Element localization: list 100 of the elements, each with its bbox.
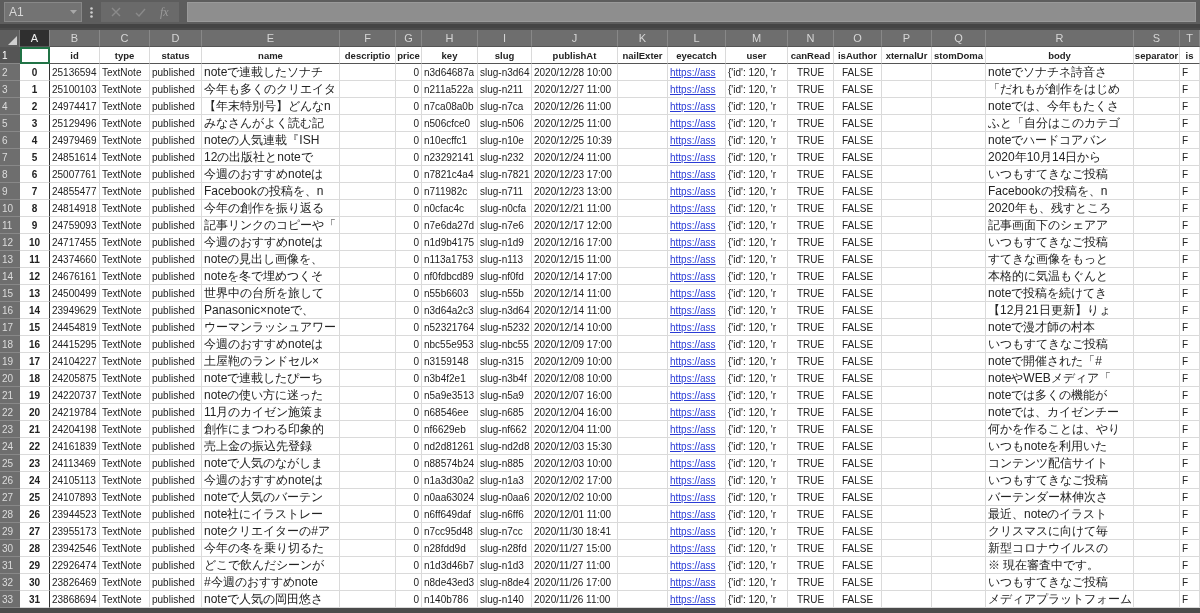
row-header[interactable]: 12 [0, 234, 20, 251]
empty-cell[interactable] [1134, 472, 1180, 489]
link[interactable]: https://ass [670, 168, 716, 180]
select-all-icon[interactable] [8, 36, 17, 45]
empty-cell[interactable] [882, 506, 932, 523]
empty-cell[interactable] [932, 591, 986, 608]
empty-cell[interactable] [882, 200, 932, 217]
empty-cell[interactable] [882, 472, 932, 489]
empty-cell[interactable] [882, 183, 932, 200]
empty-cell[interactable] [882, 336, 932, 353]
row-header[interactable]: 21 [0, 387, 20, 404]
empty-cell[interactable] [618, 557, 668, 574]
row-header[interactable]: 27 [0, 489, 20, 506]
link[interactable]: https://ass [670, 304, 716, 316]
row-header[interactable]: 30 [0, 540, 20, 557]
empty-cell[interactable] [340, 438, 396, 455]
link[interactable]: https://ass [670, 542, 716, 554]
empty-cell[interactable] [932, 200, 986, 217]
link[interactable]: https://ass [670, 185, 716, 197]
empty-cell[interactable] [618, 268, 668, 285]
empty-cell[interactable] [1134, 540, 1180, 557]
formula-field[interactable] [186, 2, 1196, 22]
empty-cell[interactable] [932, 489, 986, 506]
empty-cell[interactable] [882, 557, 932, 574]
link[interactable]: https://ass [670, 372, 716, 384]
empty-cell[interactable] [932, 506, 986, 523]
empty-cell[interactable] [340, 336, 396, 353]
link[interactable]: https://ass [670, 406, 716, 418]
empty-cell[interactable] [932, 98, 986, 115]
link[interactable]: https://ass [670, 474, 716, 486]
empty-cell[interactable] [882, 353, 932, 370]
empty-cell[interactable] [1134, 455, 1180, 472]
empty-cell[interactable] [1134, 557, 1180, 574]
empty-cell[interactable] [340, 455, 396, 472]
column-header[interactable]: T [1180, 30, 1200, 47]
empty-cell[interactable] [882, 489, 932, 506]
row-header[interactable]: 9 [0, 183, 20, 200]
empty-cell[interactable] [340, 472, 396, 489]
empty-cell[interactable] [882, 438, 932, 455]
empty-cell[interactable] [932, 302, 986, 319]
empty-cell[interactable] [618, 472, 668, 489]
row-header[interactable]: 11 [0, 217, 20, 234]
empty-cell[interactable] [882, 64, 932, 81]
empty-cell[interactable] [618, 217, 668, 234]
empty-cell[interactable] [932, 149, 986, 166]
column-header[interactable]: C [100, 30, 150, 47]
link[interactable]: https://ass [670, 100, 716, 112]
empty-cell[interactable] [340, 200, 396, 217]
link[interactable]: https://ass [670, 117, 716, 129]
empty-cell[interactable] [618, 81, 668, 98]
row-header[interactable]: 13 [0, 251, 20, 268]
empty-cell[interactable] [932, 64, 986, 81]
empty-cell[interactable] [618, 574, 668, 591]
empty-cell[interactable] [882, 523, 932, 540]
empty-cell[interactable] [932, 268, 986, 285]
empty-cell[interactable] [618, 591, 668, 608]
row-header[interactable]: 20 [0, 370, 20, 387]
empty-cell[interactable] [340, 285, 396, 302]
empty-cell[interactable] [1134, 64, 1180, 81]
column-header[interactable]: R [986, 30, 1134, 47]
empty-cell[interactable] [932, 421, 986, 438]
empty-cell[interactable] [340, 387, 396, 404]
empty-cell[interactable] [932, 285, 986, 302]
empty-cell[interactable] [340, 268, 396, 285]
empty-cell[interactable] [882, 268, 932, 285]
row-header[interactable]: 15 [0, 285, 20, 302]
empty-cell[interactable] [932, 115, 986, 132]
empty-cell[interactable] [618, 251, 668, 268]
row-header[interactable]: 25 [0, 455, 20, 472]
empty-cell[interactable] [340, 166, 396, 183]
empty-cell[interactable] [618, 455, 668, 472]
row-header[interactable]: 32 [0, 574, 20, 591]
empty-cell[interactable] [618, 115, 668, 132]
empty-cell[interactable] [618, 336, 668, 353]
link[interactable]: https://ass [670, 219, 716, 231]
link[interactable]: https://ass [670, 338, 716, 350]
empty-cell[interactable] [1134, 268, 1180, 285]
active-cell[interactable] [20, 47, 50, 64]
empty-cell[interactable] [1134, 149, 1180, 166]
empty-cell[interactable] [340, 574, 396, 591]
empty-cell[interactable] [340, 149, 396, 166]
empty-cell[interactable] [340, 404, 396, 421]
row-header[interactable]: 24 [0, 438, 20, 455]
empty-cell[interactable] [1134, 81, 1180, 98]
empty-cell[interactable] [1134, 574, 1180, 591]
column-header[interactable]: H [422, 30, 478, 47]
empty-cell[interactable] [618, 183, 668, 200]
row-header[interactable]: 29 [0, 523, 20, 540]
check-icon[interactable] [135, 7, 146, 17]
row-header[interactable]: 1 [0, 47, 20, 64]
empty-cell[interactable] [882, 540, 932, 557]
empty-cell[interactable] [882, 285, 932, 302]
empty-cell[interactable] [882, 591, 932, 608]
empty-cell[interactable] [1134, 336, 1180, 353]
column-header[interactable]: K [618, 30, 668, 47]
empty-cell[interactable] [882, 166, 932, 183]
empty-cell[interactable] [618, 353, 668, 370]
empty-cell[interactable] [1134, 166, 1180, 183]
link[interactable]: https://ass [670, 423, 716, 435]
empty-cell[interactable] [932, 81, 986, 98]
